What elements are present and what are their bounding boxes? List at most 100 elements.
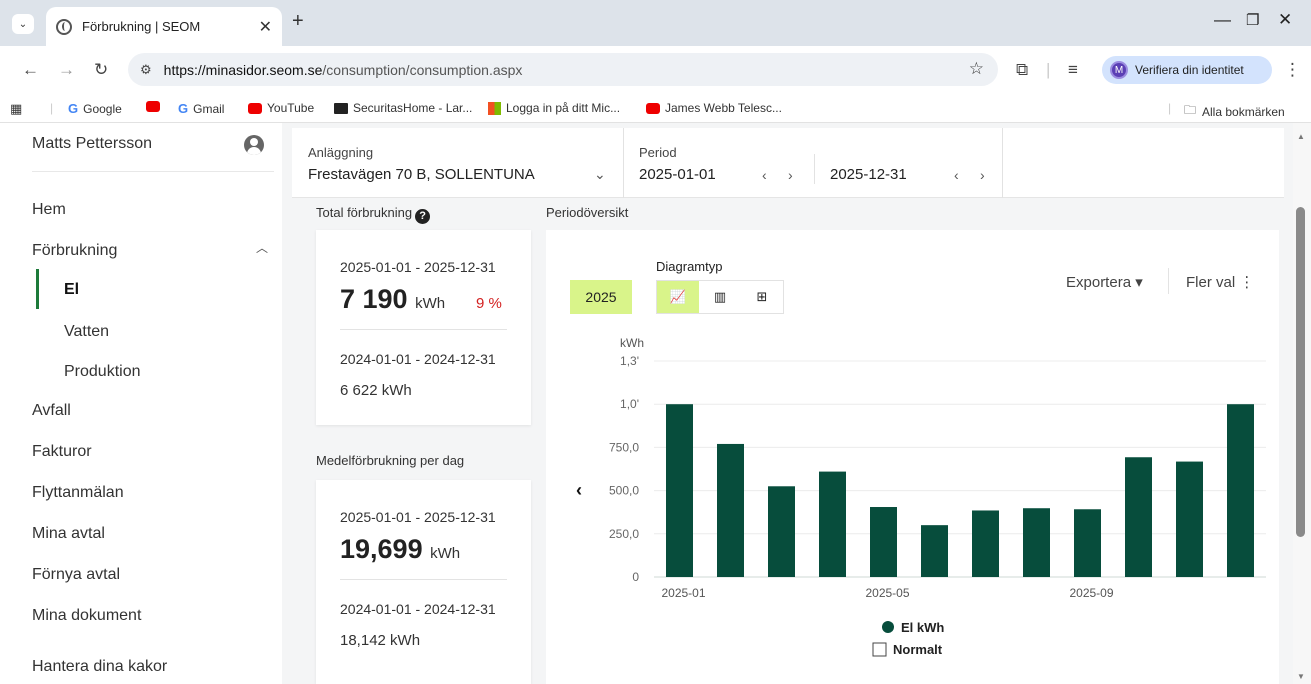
bar-2025-03 <box>768 486 795 577</box>
total-current-value: 7 190 kWh <box>340 284 446 314</box>
y-tick-label: 1,0' <box>620 397 639 411</box>
bar-2025-10 <box>1125 457 1152 577</box>
user-icon[interactable] <box>244 135 264 155</box>
sidebar-item-fornya-avtal[interactable]: Förnya avtal <box>32 566 120 584</box>
overview-title: Periodöversikt <box>546 205 629 220</box>
sidebar-item-forbrukning[interactable]: Förbrukning <box>32 242 117 260</box>
chevron-down-icon: ⌄ <box>18 18 28 30</box>
facility-select[interactable]: Frestavägen 70 B, SOLLENTUNA <box>308 166 535 183</box>
total-current-range: 2025-01-01 - 2025-12-31 <box>340 259 496 275</box>
minimize-icon[interactable]: — <box>1214 10 1231 30</box>
browser-menu-icon[interactable]: ⋮ <box>1284 60 1301 80</box>
bar-chart-icon[interactable]: ▥ <box>699 281 741 313</box>
bookmarks-bar: ▦ | G Google G Gmail YouTube SecuritasHome… <box>0 94 1311 123</box>
globe-icon <box>56 18 72 35</box>
more-options-menu[interactable]: Fler val ⋮ <box>1186 273 1254 291</box>
extensions-icon[interactable]: ⧉ <box>1016 60 1028 80</box>
sidebar-item-produktion[interactable]: Produktion <box>64 363 141 381</box>
bar-2025-04 <box>819 471 846 577</box>
sidebar-item-fakturor[interactable]: Fakturor <box>32 443 92 461</box>
active-indicator <box>36 269 39 309</box>
browser-tab[interactable]: Förbrukning | SEOM ✕ <box>46 7 282 46</box>
divider <box>32 171 274 172</box>
reading-list-icon[interactable]: ≡ <box>1068 60 1078 80</box>
sidebar-item-hantera-kakor[interactable]: Hantera dina kakor <box>32 658 167 676</box>
average-previous-value: 18,142 kWh <box>340 632 421 649</box>
folder-icon: 🗀 <box>1184 103 1197 117</box>
period-end[interactable]: 2025-12-31 <box>830 166 907 183</box>
period-start[interactable]: 2025-01-01 <box>639 166 716 183</box>
legend-marker <box>882 621 894 633</box>
divider <box>623 128 624 198</box>
verify-identity-button[interactable]: M Verifiera din identitet <box>1102 56 1272 84</box>
total-previous-value: 6 622 kWh <box>340 382 412 399</box>
bar-2025-11 <box>1176 461 1203 577</box>
close-window-icon[interactable]: ✕ <box>1278 10 1292 30</box>
bookmark-gmail[interactable]: G Gmail <box>178 101 224 116</box>
securitas-icon <box>334 102 348 114</box>
average-card: 2025-01-01 - 2025-12-31 19,699 kWh 2024-… <box>316 480 531 684</box>
url-input[interactable]: ⚙ https://minasidor.seom.se/consumption/… <box>128 53 998 86</box>
x-tick-label: 2025-01 <box>661 586 705 600</box>
apps-grid-icon[interactable]: ▦ <box>10 101 22 117</box>
scrollbar-thumb[interactable] <box>1296 207 1305 537</box>
youtube-icon <box>646 102 660 114</box>
google-icon: G <box>68 101 79 116</box>
bar-2025-08 <box>1023 508 1050 577</box>
average-title: Medelförbrukning per dag <box>316 453 465 468</box>
sidebar-item-mina-avtal[interactable]: Mina avtal <box>32 525 105 543</box>
y-axis-label: kWh <box>620 336 644 350</box>
legend-series-label: El kWh <box>901 620 944 635</box>
year-button[interactable]: 2025 <box>570 280 632 314</box>
sidebar-item-vatten[interactable]: Vatten <box>64 323 109 341</box>
bar-2025-06 <box>921 525 948 577</box>
bookmark-star-icon[interactable]: ☆ <box>969 59 984 79</box>
bookmark-youtube[interactable]: YouTube <box>248 101 314 115</box>
diagram-type-label: Diagramtyp <box>656 259 723 274</box>
reload-icon[interactable]: ↻ <box>94 60 108 80</box>
sidebar: Matts Pettersson Hem Förbrukning ︿ El Va… <box>0 123 282 684</box>
bookmark-securitas[interactable]: SecuritasHome - Lar... <box>334 101 472 115</box>
new-tab-button[interactable]: + <box>292 10 304 33</box>
sidebar-item-hem[interactable]: Hem <box>32 201 66 219</box>
line-chart-icon[interactable]: 📈 <box>657 281 699 313</box>
restore-icon[interactable]: ❐ <box>1246 11 1259 29</box>
close-icon[interactable]: ✕ <box>259 17 272 37</box>
verify-identity-label: Verifiera din identitet <box>1135 63 1244 77</box>
prev-end-icon[interactable]: ‹ <box>954 167 959 183</box>
back-icon[interactable]: ← <box>22 60 39 80</box>
bar-2025-02 <box>717 443 744 577</box>
scroll-down-icon[interactable]: ▼ <box>1297 672 1305 681</box>
tab-search-button[interactable]: ⌄ <box>12 14 34 34</box>
bar-2025-09 <box>1074 509 1101 577</box>
bookmark-google[interactable]: G Google <box>68 101 122 116</box>
chevron-up-icon[interactable]: ︿ <box>256 239 268 256</box>
chart-next-icon[interactable]: › <box>1238 480 1244 501</box>
help-icon[interactable]: ? <box>415 208 431 224</box>
scroll-up-icon[interactable]: ▲ <box>1297 132 1305 141</box>
site-settings-icon[interactable]: ⚙ <box>140 62 152 78</box>
sidebar-item-avfall[interactable]: Avfall <box>32 402 71 420</box>
bookmark-microsoft[interactable]: Logga in på ditt Mic... <box>488 101 620 115</box>
caret-down-icon: ▾ <box>1135 274 1143 291</box>
chart-prev-icon[interactable]: ‹ <box>576 480 582 501</box>
sidebar-item-mina-dokument[interactable]: Mina dokument <box>32 607 141 625</box>
all-bookmarks-button[interactable]: 🗀 Alla bokmärken <box>1184 101 1285 122</box>
divider <box>1002 128 1003 198</box>
diagram-type-group: 📈 ▥ ⊞ <box>656 280 784 314</box>
next-end-icon[interactable]: › <box>980 167 985 183</box>
prev-start-icon[interactable]: ‹ <box>762 167 767 183</box>
filter-bar: Anläggning Frestavägen 70 B, SOLLENTUNA … <box>292 128 1284 198</box>
export-menu[interactable]: Exportera ▾ <box>1066 273 1143 291</box>
forward-icon[interactable]: → <box>58 60 75 80</box>
y-tick-label: 750,0 <box>609 440 639 454</box>
divider <box>814 154 815 184</box>
next-start-icon[interactable]: › <box>788 167 793 183</box>
y-tick-label: 0 <box>632 570 639 584</box>
sidebar-item-flyttanmalan[interactable]: Flyttanmälan <box>32 484 124 502</box>
table-icon[interactable]: ⊞ <box>741 281 783 313</box>
bookmark-james-webb[interactable]: James Webb Telesc... <box>646 101 782 115</box>
y-tick-label: 250,0 <box>609 527 639 541</box>
sidebar-item-el[interactable]: El <box>64 281 79 299</box>
chevron-down-icon[interactable]: ⌄ <box>594 166 606 183</box>
